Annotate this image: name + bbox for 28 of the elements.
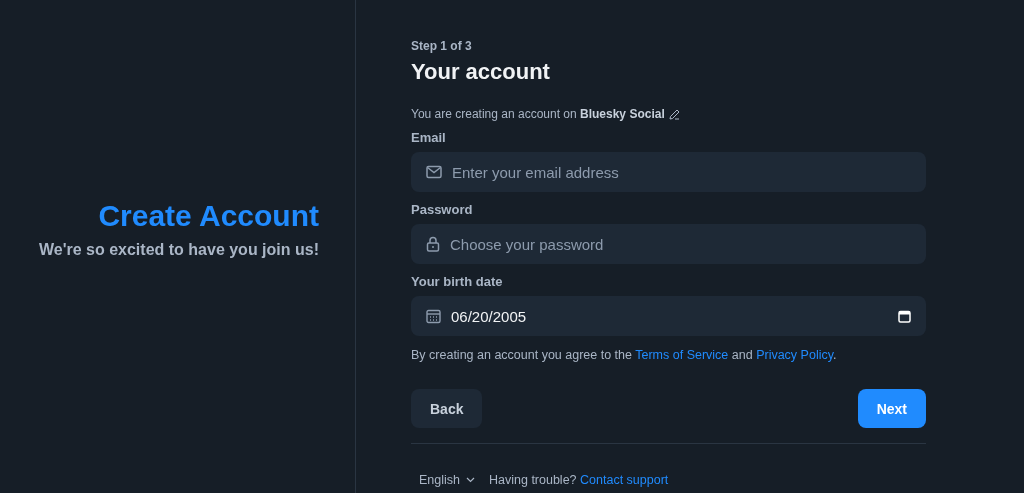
email-field[interactable]: Enter your email address — [411, 152, 926, 192]
step-indicator: Step 1 of 3 — [411, 39, 473, 53]
back-button[interactable]: Back — [411, 389, 483, 428]
envelope-icon — [426, 165, 442, 179]
placeholder-text: Choose your password — [450, 235, 604, 253]
password-field[interactable]: Choose your password — [411, 224, 926, 264]
page-subtitle: We're so excited to have you join us! — [38, 240, 319, 259]
field-label: Password — [411, 202, 474, 217]
page-title: Create Account — [98, 198, 319, 233]
hosting-provider-text: You are creating an account on Bluesky Social — [411, 107, 665, 121]
lock-icon — [426, 236, 440, 252]
field-label: Email — [411, 130, 447, 145]
calendar-icon[interactable] — [898, 309, 911, 323]
form-heading: Your account — [411, 59, 551, 85]
next-button[interactable]: Next — [857, 389, 926, 428]
text-link[interactable]: Privacy Policy — [756, 348, 833, 362]
calendar-icon — [426, 308, 441, 324]
field-label: Your birth date — [411, 274, 504, 289]
chevron-down-icon — [466, 476, 475, 483]
help-text: Having trouble? Contact support — [489, 472, 669, 487]
pencil-icon[interactable] — [668, 108, 680, 120]
terms-text: By creating an account you agree to the Terms of Service and Privacy Policy. — [411, 348, 838, 362]
placeholder-text: Enter your email address — [452, 163, 619, 181]
text-link[interactable]: Terms of Service — [635, 348, 729, 362]
date-value: 06/20/2005 — [451, 307, 528, 325]
text-link[interactable]: Contact support — [580, 472, 669, 487]
language-dropdown[interactable]: English — [419, 460, 475, 493]
date-field[interactable]: 06/20/2005 — [411, 296, 926, 336]
